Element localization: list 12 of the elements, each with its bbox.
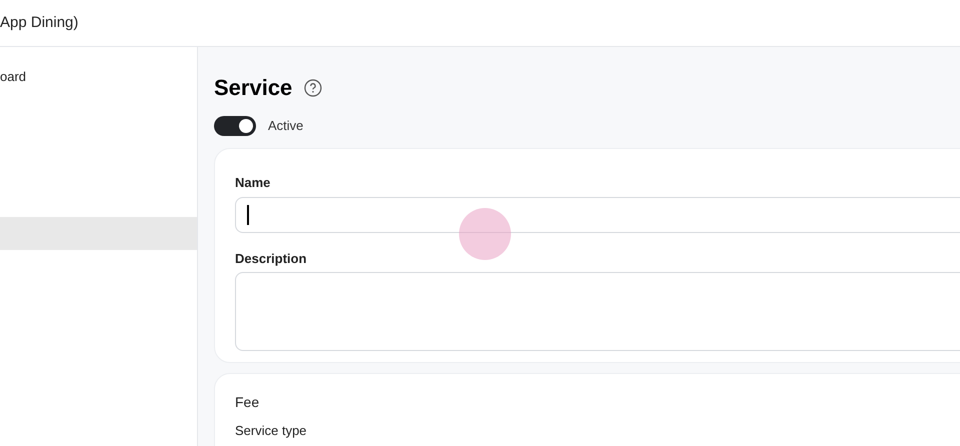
page-title: Service (214, 74, 292, 102)
field-label: Name (235, 174, 272, 192)
help-icon[interactable] (304, 78, 322, 96)
app-title: App Dining) (0, 12, 78, 33)
sidebar-item[interactable] (0, 217, 197, 250)
name-field[interactable] (235, 196, 960, 232)
description-field[interactable] (235, 272, 960, 351)
field-label: Description (235, 250, 308, 268)
toggle-label: Active (268, 117, 304, 136)
toggle-switch[interactable] (214, 116, 256, 136)
field-label: Service type (235, 422, 308, 440)
section-title: Fee (235, 393, 260, 412)
